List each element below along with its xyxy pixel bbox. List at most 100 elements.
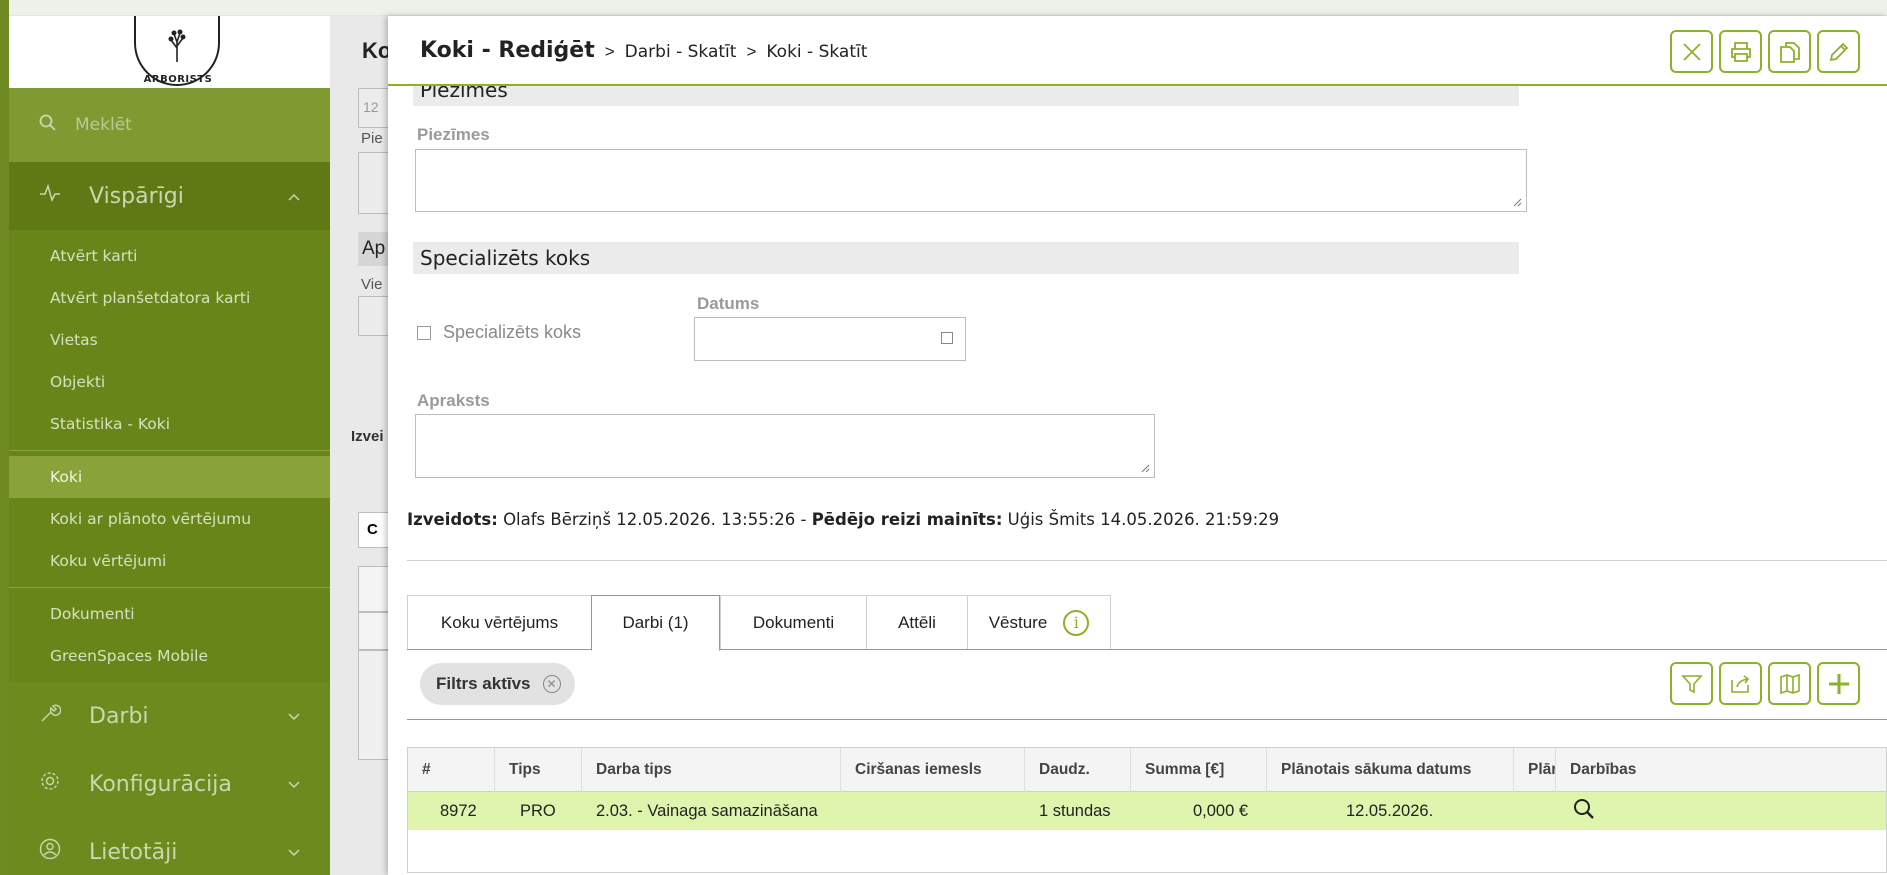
column-header-planned-start[interactable]: Plānotais sākuma datums [1267, 747, 1514, 792]
print-button[interactable] [1719, 30, 1762, 73]
table-empty-area [408, 830, 1886, 872]
created-label: Izveidots: [407, 510, 498, 529]
view-details-search-icon[interactable] [1572, 797, 1596, 826]
works-table: # Tips Darba tips Ciršanas iemesls Daudz… [407, 747, 1887, 873]
sidebar-item-trees-planned[interactable]: Koki ar plānoto vērtējumu [9, 498, 330, 540]
copy-icon [1779, 41, 1800, 63]
add-work-button[interactable] [1817, 662, 1860, 705]
sidebar-search[interactable]: Meklēt [9, 88, 330, 162]
calendar-icon[interactable] [941, 332, 953, 344]
logo[interactable]: ARBORISTS [9, 16, 330, 88]
table-row[interactable]: 8972 PRO 2.03. - Vainaga samazināšana 1 … [408, 792, 1886, 830]
cell-sum: 0,000 € [1193, 801, 1249, 820]
copy-button[interactable] [1768, 30, 1811, 73]
close-button[interactable] [1670, 30, 1713, 73]
section-special-header: Specializēts koks [413, 242, 1519, 274]
nav-section-works[interactable]: Darbi [9, 682, 330, 750]
background-label: Pie [361, 130, 383, 147]
info-icon[interactable]: i [1063, 609, 1090, 636]
tab-tree-assessment[interactable]: Koku vērtējums [407, 595, 591, 650]
column-header-work-type[interactable]: Darba tips [582, 747, 841, 792]
breadcrumb-separator: > [746, 42, 757, 61]
export-button[interactable] [1719, 662, 1762, 705]
special-tree-checkbox-row[interactable]: Specializēts koks [417, 322, 581, 343]
background-label: Vie [361, 276, 383, 293]
header-actions [1670, 30, 1860, 73]
audit-info: Izveidots: Olafs Bērziņš 12.05.2026. 13:… [407, 510, 1279, 529]
special-tree-checkbox-label: Specializēts koks [443, 322, 582, 342]
nav-section-label: Darbi [89, 703, 149, 729]
tab-documents[interactable]: Dokumenti [720, 595, 866, 650]
sidebar-item-trees[interactable]: Koki [9, 456, 330, 498]
breadcrumb-trees-view[interactable]: Koki - Skatīt [766, 42, 867, 62]
description-label: Apraksts [417, 391, 490, 410]
sidebar-item-objects[interactable]: Objekti [9, 361, 330, 403]
cell-type: PRO [520, 801, 556, 820]
notes-textarea[interactable] [415, 149, 1527, 212]
column-header-quantity[interactable]: Daudz. [1025, 747, 1131, 792]
sidebar-item-documents[interactable]: Dokumenti [9, 593, 330, 635]
sidebar-item-statistics[interactable]: Statistika - Koki [9, 403, 330, 445]
clear-filter-icon[interactable]: ✕ [542, 675, 561, 693]
page-title: Koki - Rediģēt [420, 38, 595, 63]
breadcrumb-works-view[interactable]: Darbi - Skatīt [625, 42, 737, 62]
breadcrumb: Koki - Rediģēt > Darbi - Skatīt > Koki -… [420, 38, 867, 63]
date-label: Datums [697, 294, 760, 313]
nav-subitems: Atvērt karti Atvērt planšetdatora karti … [9, 230, 330, 682]
chevron-down-icon [288, 707, 300, 725]
column-header-sum[interactable]: Summa [€] [1131, 747, 1267, 792]
plus-icon [1828, 673, 1849, 694]
chevron-down-icon [288, 775, 300, 793]
edit-button[interactable] [1817, 30, 1860, 73]
table-toolbar [1670, 662, 1860, 705]
close-icon [1682, 42, 1701, 61]
sidebar-item-open-tablet-map[interactable]: Atvērt planšetdatora karti [9, 277, 330, 319]
map-icon [1779, 673, 1800, 694]
nav-section-general[interactable]: Vispārīgi [9, 162, 330, 230]
filter-button[interactable] [1670, 662, 1713, 705]
modified-label: Pēdējo reizi mainīts: [811, 510, 1003, 529]
filter-icon [1680, 674, 1703, 693]
sidebar-item-greenspaces-mobile[interactable]: GreenSpaces Mobile [9, 635, 330, 677]
notes-label: Piezīmes [417, 125, 490, 144]
background-page-title: Ko [362, 38, 392, 63]
sidebar-item-tree-assessments[interactable]: Koku vērtējumi [9, 540, 330, 582]
date-input[interactable] [694, 317, 966, 361]
column-header-planned-end[interactable]: Plār [1514, 747, 1556, 792]
column-header-id[interactable]: # [408, 747, 495, 792]
tab-images[interactable]: Attēli [866, 595, 967, 650]
chevron-down-icon [288, 843, 300, 861]
pencil-icon [1829, 42, 1848, 61]
sidebar: ARBORISTS Meklēt Vispārīgi Atvērt karti … [9, 16, 330, 875]
description-textarea[interactable] [415, 414, 1155, 478]
map-button[interactable] [1768, 662, 1811, 705]
nav-section-label: Lietotāji [89, 839, 178, 865]
tab-history-label: Vēsture [988, 612, 1048, 632]
activity-icon [39, 182, 67, 210]
nav-section-configuration[interactable]: Konfigurācija [9, 750, 330, 818]
tab-history[interactable]: Vēsture i [967, 595, 1111, 650]
column-header-felling-reason[interactable]: Ciršanas iemesls [841, 747, 1025, 792]
tree-icon [168, 29, 186, 62]
nav-section-label: Konfigurācija [89, 771, 232, 797]
resize-grip-icon [1141, 464, 1150, 473]
sidebar-item-open-map[interactable]: Atvērt karti [9, 235, 330, 277]
wrench-icon [39, 702, 67, 730]
nav-divider [9, 450, 330, 451]
special-tree-checkbox[interactable] [417, 325, 431, 340]
logo-text: ARBORISTS [143, 74, 213, 85]
window-top-strip [0, 0, 1887, 16]
sidebar-item-places[interactable]: Vietas [9, 319, 330, 361]
divider [407, 560, 1887, 561]
column-header-type[interactable]: Tips [495, 747, 582, 792]
filter-active-chip[interactable]: Filtrs aktīvs ✕ [420, 663, 575, 705]
tab-works[interactable]: Darbi (1) [591, 595, 720, 651]
nav-section-label: Vispārīgi [89, 183, 184, 209]
search-icon [39, 114, 61, 137]
gear-icon [39, 770, 67, 798]
nav-section-users[interactable]: Lietotāji [9, 818, 330, 875]
cell-actions [1556, 797, 1886, 826]
created-value: Olafs Bērziņš 12.05.2026. 13:55:26 - [503, 510, 807, 529]
print-icon [1730, 41, 1751, 62]
column-header-actions: Darbības [1570, 760, 1637, 778]
